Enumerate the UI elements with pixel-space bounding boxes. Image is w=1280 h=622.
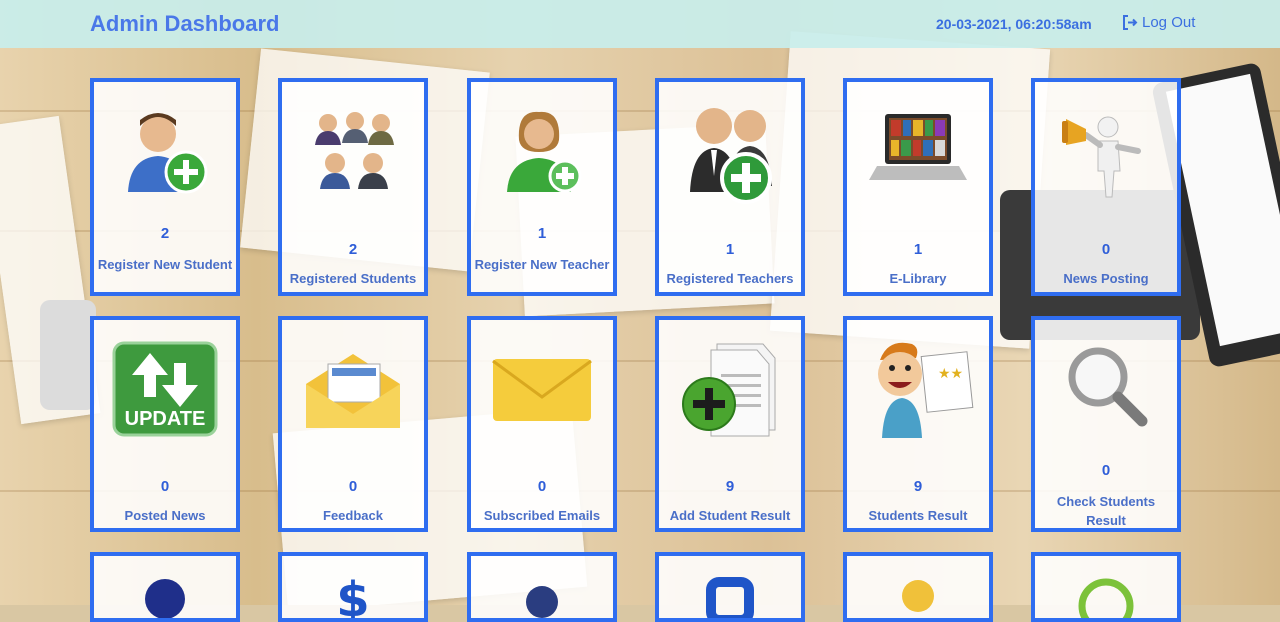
blue-orb-icon xyxy=(94,574,236,618)
logout-icon xyxy=(1123,15,1138,30)
card-row3-3[interactable] xyxy=(467,552,617,622)
card-label: Students Result xyxy=(868,508,968,523)
card-label: Subscribed Emails xyxy=(483,508,601,523)
card-registered-students[interactable]: 2 Registered Students xyxy=(278,78,428,296)
document-add-icon xyxy=(659,334,801,444)
add-user-icon xyxy=(94,96,236,206)
dashboard-title: Admin Dashboard xyxy=(90,11,280,36)
laptop-library-icon xyxy=(847,96,989,206)
card-registered-teachers[interactable]: 1 Registered Teachers xyxy=(655,78,805,296)
svg-text:★★: ★★ xyxy=(938,366,963,382)
card-label: Posted News xyxy=(124,508,206,523)
card-count: 0 xyxy=(1101,241,1111,258)
card-register-new-student[interactable]: 2 Register New Student xyxy=(90,78,240,296)
card-e-library[interactable]: 1 E-Library xyxy=(843,78,993,296)
svg-text:UPDATE: UPDATE xyxy=(125,408,206,430)
update-icon: UPDATE xyxy=(94,334,236,444)
teachers-add-icon xyxy=(659,96,801,206)
top-nav-bar: Admin Dashboard 20-03-2021, 06:20:58am L… xyxy=(0,0,1280,48)
student-certificate-icon: ★★ xyxy=(847,334,989,444)
card-count: 0 xyxy=(537,478,547,495)
magnifier-icon xyxy=(1035,334,1177,444)
megaphone-icon xyxy=(1035,96,1177,206)
card-count: 1 xyxy=(725,241,735,258)
card-check-students-result[interactable]: 0 Check Students Result xyxy=(1031,316,1181,532)
card-add-student-result[interactable]: 9 Add Student Result xyxy=(655,316,805,532)
card-label: Feedback xyxy=(323,508,383,523)
card-count: 2 xyxy=(348,241,358,258)
svg-text:$: $ xyxy=(336,572,369,620)
group-icon xyxy=(282,96,424,206)
card-students-result[interactable]: ★★ 9 Students Result xyxy=(843,316,993,532)
card-count: 0 xyxy=(1101,462,1111,479)
current-datetime: 20-03-2021, 06:20:58am xyxy=(936,16,1092,32)
card-label: Add Student Result xyxy=(669,508,791,523)
add-teacher-icon xyxy=(471,96,613,206)
card-row3-4[interactable] xyxy=(655,552,805,622)
card-subscribed-emails[interactable]: 0 Subscribed Emails xyxy=(467,316,617,532)
card-count: 1 xyxy=(913,241,923,258)
yellow-person-icon xyxy=(847,578,989,618)
card-row3-5[interactable] xyxy=(843,552,993,622)
card-row3-6[interactable] xyxy=(1031,552,1181,622)
card-row3-2[interactable]: $ xyxy=(278,552,428,622)
card-count: 1 xyxy=(537,225,547,242)
card-count: 0 xyxy=(160,478,170,495)
card-label: News Posting xyxy=(1063,271,1149,286)
card-label: Registered Students xyxy=(289,271,417,286)
envelope-icon xyxy=(471,334,613,444)
card-label: Register New Teacher xyxy=(474,257,610,272)
square-icon xyxy=(659,576,801,618)
person-icon xyxy=(471,582,613,618)
dollar-icon: $ xyxy=(282,570,424,620)
card-label: Register New Student xyxy=(97,257,233,272)
logout-link[interactable]: Log Out xyxy=(1122,14,1195,31)
card-count: 9 xyxy=(913,478,923,495)
logout-label: Log Out xyxy=(1142,14,1196,31)
open-envelope-icon xyxy=(282,334,424,444)
card-feedback[interactable]: 0 Feedback xyxy=(278,316,428,532)
card-label: Check Students Result xyxy=(1056,494,1156,528)
card-news-posting[interactable]: 0 News Posting xyxy=(1031,78,1181,296)
card-count: 2 xyxy=(160,225,170,242)
card-register-new-teacher[interactable]: 1 Register New Teacher xyxy=(467,78,617,296)
card-posted-news[interactable]: UPDATE 0 Posted News xyxy=(90,316,240,532)
card-count: 0 xyxy=(348,478,358,495)
green-ring-icon xyxy=(1035,576,1177,618)
card-count: 9 xyxy=(725,478,735,495)
card-row3-1[interactable] xyxy=(90,552,240,622)
card-label: Registered Teachers xyxy=(666,271,794,286)
card-label: E-Library xyxy=(889,271,947,286)
